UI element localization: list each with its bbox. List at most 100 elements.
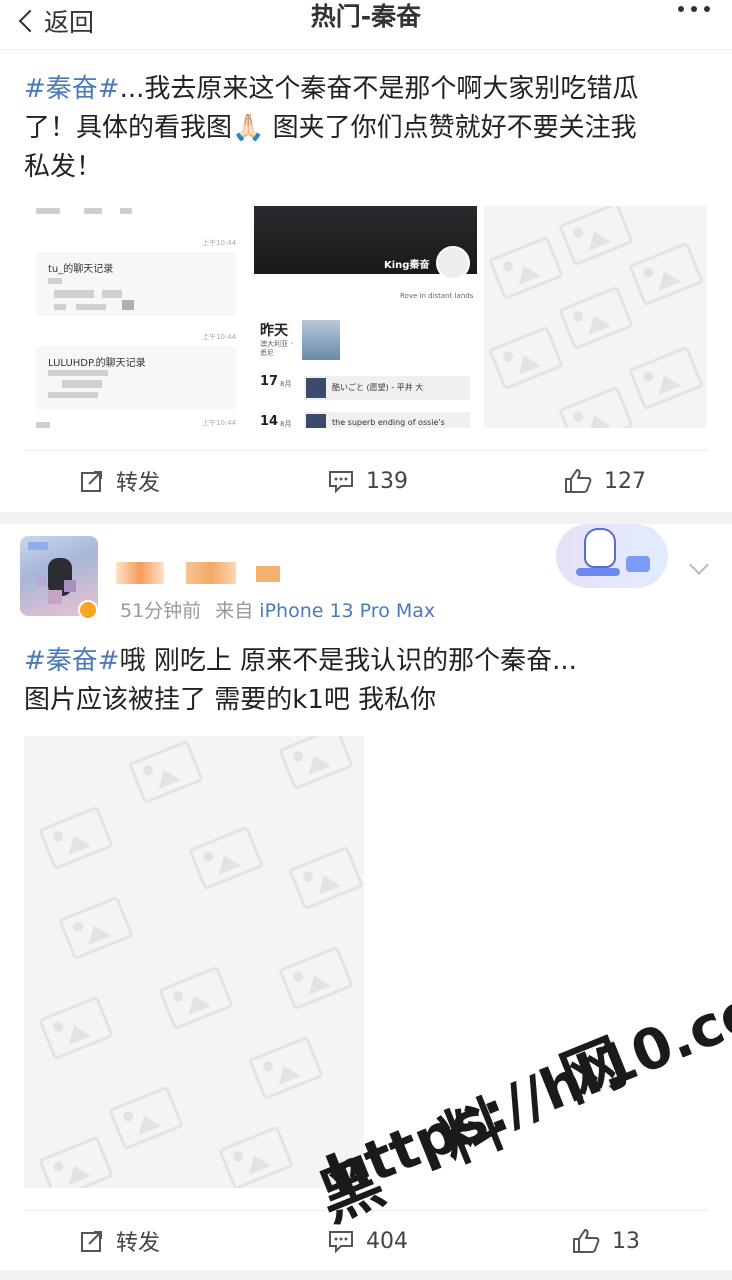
post2-text-line1: 哦 刚吃上 原来不是我认识的那个秦奋... <box>119 646 577 676</box>
chat-record-title: tu_的聊天记录 <box>48 264 114 275</box>
day-location: 澳大利亚 · 悉尼 <box>260 340 293 357</box>
scooter-icon <box>576 568 620 576</box>
like-button[interactable]: 13 <box>572 1211 640 1271</box>
date-month: 8月 <box>280 420 292 428</box>
chat-record-card: tu_的聊天记录 <box>36 252 236 316</box>
image-placeholder-icon <box>278 945 354 1011</box>
image-placeholder-icon <box>628 345 704 411</box>
image-placeholder-icon <box>108 1085 184 1151</box>
post-time: 51分钟前 <box>120 600 202 622</box>
avatar-mosaic <box>64 580 76 592</box>
chat-time: 上午10:44 <box>202 239 237 247</box>
feed-separator <box>0 1270 732 1280</box>
image-placeholder-icon <box>38 995 114 1061</box>
image-placeholder-icon <box>278 736 354 791</box>
image-placeholder-icon <box>288 845 364 911</box>
blurred-text <box>54 304 66 310</box>
blurred-text <box>84 208 102 214</box>
day-label: 昨天 <box>260 323 288 339</box>
chat-record-card: LULUHDP.的聊天记录 <box>36 346 236 410</box>
like-button[interactable]: 127 <box>564 451 646 511</box>
like-count: 127 <box>604 468 646 494</box>
blurred-text <box>54 290 94 298</box>
username-blurred[interactable] <box>116 562 164 584</box>
image-placeholder-icon <box>58 895 134 961</box>
avatar-mosaic <box>48 590 62 604</box>
blurred-text <box>102 290 122 298</box>
blurred-text <box>62 380 102 388</box>
blurred-text <box>76 304 106 310</box>
comment-button[interactable]: 139 <box>328 451 408 511</box>
post1-text-line2: 了！具体的看我图🙏🏻 图夹了你们点赞就好不要关注我 <box>24 113 637 143</box>
more-options-button[interactable] <box>678 6 710 12</box>
comment-count: 404 <box>366 1228 408 1254</box>
watermark-url: https://hl10.co <box>318 977 732 1211</box>
image-placeholder-icon <box>158 965 234 1031</box>
page-title: 热门-秦奋 <box>310 2 422 31</box>
date-number: 14 <box>260 414 279 428</box>
post1-text-line1: ...我去原来这个秦奋不是那个啊大家别吃错瓜 <box>119 74 639 104</box>
date-month: 8月 <box>280 380 292 388</box>
repost-label: 转发 <box>116 1231 161 1256</box>
blurred-text <box>36 208 60 214</box>
image-placeholder-icon <box>488 235 564 301</box>
repost-icon <box>81 1231 102 1252</box>
blurred-text <box>48 392 98 398</box>
post1-image-2[interactable]: King秦奋 Rove in distant lands 昨天 澳大利亚 · 悉… <box>254 206 477 428</box>
song-title: 酷いごと (愿望) - 平井 大 <box>332 383 424 392</box>
comment-count: 139 <box>366 468 408 494</box>
chat-time: 上午10:44 <box>202 333 237 341</box>
dot-icon <box>691 6 697 12</box>
post1-image-1[interactable]: 上午10:44 tu_的聊天记录 上午10:44 LULUHDP.的聊天记录 上… <box>24 206 247 428</box>
image-placeholder-icon <box>558 206 634 267</box>
post1-text: #秦奋#...我去原来这个秦奋不是那个啊大家别吃错瓜 了！具体的看我图🙏🏻 图夹… <box>24 70 704 187</box>
decoration-sticker <box>556 524 668 588</box>
hashtag-link[interactable]: #秦奋# <box>24 646 120 676</box>
post-device: iPhone 13 Pro Max <box>259 600 436 622</box>
image-placeholder-icon <box>558 285 634 351</box>
post2-text-line2: 图片应该被挂了 需要的k1吧 我私你 <box>24 685 437 715</box>
post2-image-placeholder[interactable] <box>24 736 364 1188</box>
feed-separator <box>0 512 732 524</box>
image-placeholder-icon <box>38 805 114 871</box>
thumbs-up-icon <box>565 469 592 493</box>
post2-text: #秦奋#哦 刚吃上 原来不是我认识的那个秦奋... 图片应该被挂了 需要的k1吧… <box>24 642 704 720</box>
image-placeholder-icon <box>188 825 264 891</box>
chat-time: 上午10:44 <box>202 419 237 427</box>
profile-signature: Rove in distant lands <box>400 292 474 300</box>
image-placeholder-icon <box>248 1035 324 1101</box>
image-placeholder-icon <box>488 325 564 391</box>
comment-icon <box>329 471 353 493</box>
avatar-decoration <box>28 542 48 550</box>
song-title: the superb ending of ossie's <box>332 418 445 427</box>
top-nav-bar: 返回 热门-秦奋 <box>0 0 732 50</box>
profile-name: King秦奋 <box>384 260 430 271</box>
hashtag-link[interactable]: #秦奋# <box>24 74 120 104</box>
chevron-down-icon[interactable] <box>689 555 709 575</box>
date-number: 17 <box>260 374 279 389</box>
blurred-text <box>48 278 62 284</box>
like-count: 13 <box>612 1228 640 1254</box>
photo-thumbnail <box>302 320 340 360</box>
username-blurred[interactable] <box>256 566 280 582</box>
username-blurred[interactable] <box>186 562 236 584</box>
music-share-row: 酷いごと (愿望) - 平井 大 <box>304 376 470 400</box>
music-share-row: the superb ending of ossie's <box>304 412 470 428</box>
chat-record-title: LULUHDP.的聊天记录 <box>48 358 146 369</box>
avatar-mosaic <box>36 576 46 586</box>
repost-button[interactable]: 转发 <box>80 451 160 511</box>
album-cover <box>306 414 326 428</box>
profile-avatar <box>436 246 470 280</box>
blurred-text <box>120 208 132 214</box>
repost-label: 转发 <box>116 471 161 496</box>
image-placeholder-icon <box>558 385 634 428</box>
blurred-text <box>48 370 108 376</box>
repost-icon <box>81 471 102 492</box>
repost-button[interactable]: 转发 <box>80 1211 160 1271</box>
album-cover <box>306 378 326 398</box>
post-source-label: 来自 <box>215 600 254 622</box>
scooter-icon <box>626 556 650 572</box>
image-placeholder-icon <box>628 241 704 307</box>
post1-image-3-placeholder[interactable] <box>484 206 707 428</box>
blurred-text <box>36 422 50 428</box>
